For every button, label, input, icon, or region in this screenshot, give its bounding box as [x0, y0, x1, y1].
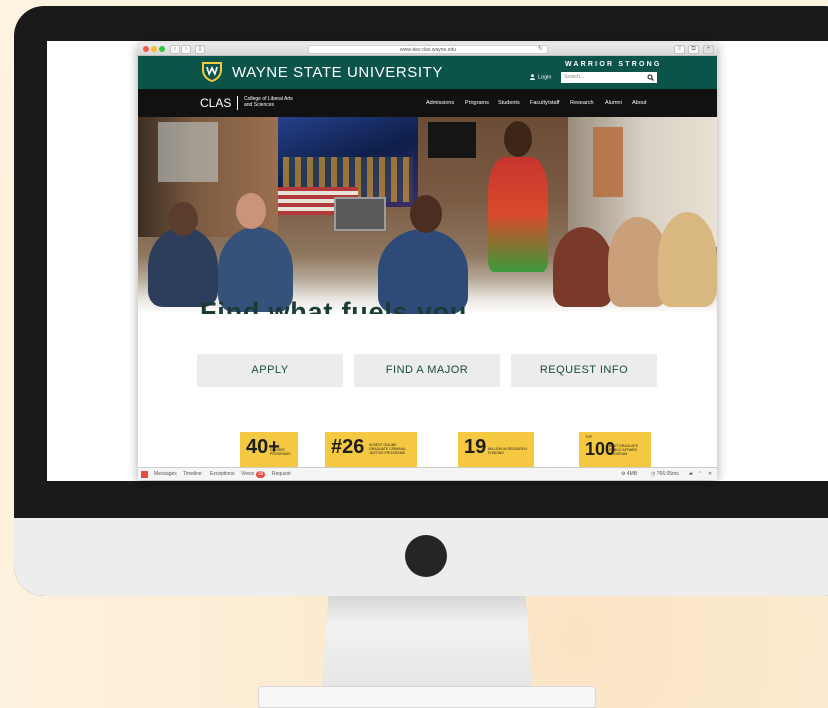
monitor-stand: [322, 596, 532, 686]
hero-window: [158, 122, 218, 182]
forward-icon[interactable]: ›: [181, 45, 191, 54]
monitor-base: [258, 686, 596, 708]
zoom-dot[interactable]: [159, 46, 165, 52]
apply-button[interactable]: APPLY: [197, 354, 343, 387]
nav-programs[interactable]: Programs: [465, 100, 489, 106]
hero-door: [593, 127, 623, 197]
find-a-major-button[interactable]: FIND A MAJOR: [354, 354, 500, 387]
university-name[interactable]: WAYNE STATE UNIVERSITY: [232, 64, 443, 81]
warrior-strong-tagline[interactable]: WARRIOR STRONG: [565, 61, 662, 68]
close-icon[interactable]: ✕: [708, 468, 712, 480]
back-icon[interactable]: ‹: [170, 45, 180, 54]
stat-label: MILLION IN RESEARCH FUNDING: [488, 447, 527, 455]
minimize-dot[interactable]: [151, 46, 157, 52]
search-placeholder: Search...: [564, 74, 585, 80]
nav-admissions[interactable]: Admissions: [426, 100, 454, 106]
hero-person: [553, 227, 613, 307]
memory-readout: ⚙ 4MB: [621, 471, 638, 477]
debug-tab-views[interactable]: Views 18: [241, 468, 266, 480]
new-tab-icon[interactable]: +: [703, 45, 714, 54]
hero-image: Find what fuels you.: [138, 117, 717, 314]
nav-alumni[interactable]: Alumni: [605, 100, 622, 106]
time-value: 766.05ms: [656, 471, 679, 477]
maximize-icon[interactable]: ⌃: [698, 468, 702, 480]
hero-person-head: [410, 195, 442, 233]
college-name-line2: and Sciences: [244, 102, 275, 108]
stat-research-funding[interactable]: 19 MILLION IN RESEARCH FUNDING: [458, 432, 534, 468]
memory-value: 4MB: [626, 471, 638, 477]
stat-value: 19: [464, 436, 487, 458]
stat-degree-programs[interactable]: 40+ DEGREE PROGRAMS: [240, 432, 298, 468]
university-header: WAYNE STATE UNIVERSITY WARRIOR STRONG Lo…: [138, 56, 717, 89]
views-count-badge: 18: [255, 471, 266, 478]
hero-headline: Find what fuels you.: [200, 297, 476, 314]
share-icon[interactable]: ⇧: [674, 45, 685, 54]
browser-window: ‹ › ▯ www-dev.clas.wayne.edu ↻ ⇧ ⧉ + WAY…: [138, 43, 717, 480]
hero-person: [148, 227, 218, 307]
nav-research[interactable]: Research: [570, 100, 594, 106]
debug-bar: Messages Timeline Exceptions Views 18 Re…: [138, 467, 717, 480]
nav-faculty-staff[interactable]: Faculty/staff: [530, 100, 560, 106]
reload-icon[interactable]: ↻: [538, 45, 543, 52]
debug-tab-exceptions[interactable]: Exceptions: [210, 468, 234, 480]
stat-label: BEST GRADUATE PUBLIC AFFAIRS PROGRAM: [609, 444, 639, 456]
close-dot[interactable]: [143, 46, 149, 52]
hero-person-head: [236, 193, 266, 229]
request-info-button[interactable]: REQUEST INFO: [511, 354, 657, 387]
stat-value: #26: [331, 436, 365, 458]
hero-person: [658, 212, 717, 307]
stat-label: DEGREE PROGRAMS: [270, 448, 291, 456]
stat-criminal-justice-ranking[interactable]: #26 IN BEST ONLINE GRADUATE CRIMINAL JUS…: [325, 432, 417, 468]
apple-logo-circle: [405, 535, 447, 577]
hero-microwave: [334, 197, 386, 231]
debugbar-logo-icon[interactable]: [141, 471, 148, 478]
divider: [237, 96, 238, 110]
stat-public-affairs-ranking[interactable]: TOP 100 BEST GRADUATE PUBLIC AFFAIRS PRO…: [579, 432, 651, 468]
sidebar-icon[interactable]: ▯: [195, 45, 205, 54]
address-bar[interactable]: www-dev.clas.wayne.edu: [308, 45, 548, 54]
call-to-action-row: APPLY FIND A MAJOR REQUEST INFO: [197, 354, 658, 387]
browser-toolbar: ‹ › ▯ www-dev.clas.wayne.edu ↻ ⇧ ⧉ +: [138, 43, 717, 56]
hero-tv: [428, 122, 476, 158]
login-label: Login: [538, 74, 552, 81]
time-readout: ◷ 766.05ms: [651, 471, 679, 477]
hero-person-head: [504, 121, 532, 157]
search-input[interactable]: Search...: [561, 72, 657, 83]
hero-teacher: [488, 157, 548, 272]
debug-tab-request[interactable]: Request: [272, 468, 291, 480]
search-icon[interactable]: [647, 74, 654, 81]
stat-label: IN BEST ONLINE GRADUATE CRIMINAL JUSTICE…: [369, 443, 406, 455]
wsu-shield-icon[interactable]: [200, 61, 224, 83]
clas-logo[interactable]: CLAS: [200, 96, 231, 110]
tabs-icon[interactable]: ⧉: [688, 45, 699, 54]
college-name[interactable]: College of Liberal Arts and Sciences: [244, 96, 324, 108]
user-icon: [530, 74, 535, 80]
debug-tab-messages[interactable]: Messages: [154, 468, 177, 480]
nav-about[interactable]: About: [632, 100, 646, 106]
login-link[interactable]: Login: [530, 74, 551, 80]
nav-students[interactable]: Students: [498, 100, 520, 106]
hero-person-head: [168, 202, 198, 236]
college-navbar: CLAS College of Liberal Arts and Science…: [138, 89, 717, 117]
debug-tab-views-label: Views: [241, 471, 255, 477]
folder-icon[interactable]: ▰: [689, 468, 693, 480]
debug-tab-timeline[interactable]: Timeline: [183, 468, 202, 480]
